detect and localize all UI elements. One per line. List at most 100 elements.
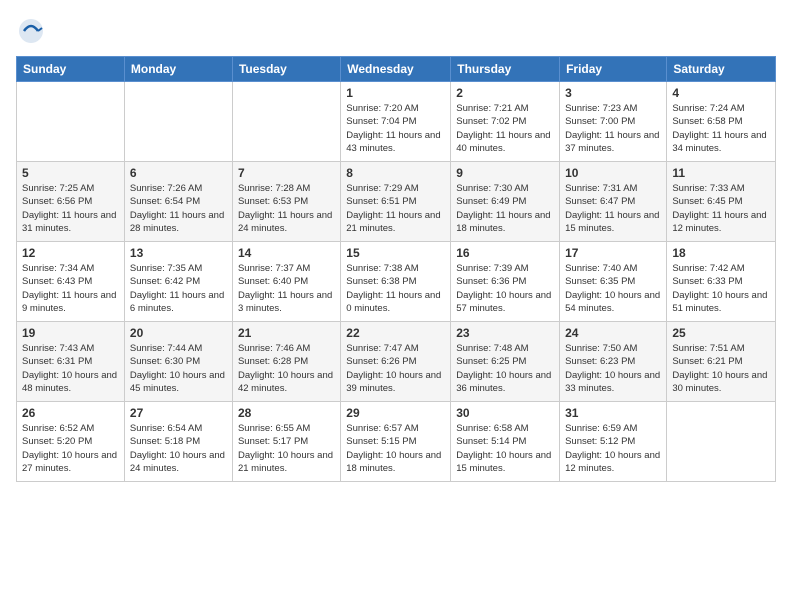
weekday-header: Sunday [17, 57, 125, 82]
calendar-day-cell: 12 Sunrise: 7:34 AM Sunset: 6:43 PM Dayli… [17, 242, 125, 322]
day-number: 21 [238, 326, 335, 340]
day-number: 12 [22, 246, 119, 260]
day-info: Sunrise: 6:55 AM Sunset: 5:17 PM Dayligh… [238, 422, 335, 475]
day-number: 10 [565, 166, 661, 180]
day-info: Sunrise: 7:48 AM Sunset: 6:25 PM Dayligh… [456, 342, 554, 395]
day-info: Sunrise: 7:28 AM Sunset: 6:53 PM Dayligh… [238, 182, 335, 235]
weekday-header: Tuesday [232, 57, 340, 82]
day-number: 14 [238, 246, 335, 260]
calendar-week-row: 5 Sunrise: 7:25 AM Sunset: 6:56 PM Daylig… [17, 162, 776, 242]
day-info: Sunrise: 7:51 AM Sunset: 6:21 PM Dayligh… [672, 342, 770, 395]
calendar-day-cell: 6 Sunrise: 7:26 AM Sunset: 6:54 PM Daylig… [124, 162, 232, 242]
calendar-day-cell: 26 Sunrise: 6:52 AM Sunset: 5:20 PM Dayli… [17, 402, 125, 482]
calendar-day-cell: 10 Sunrise: 7:31 AM Sunset: 6:47 PM Dayli… [560, 162, 667, 242]
day-info: Sunrise: 6:52 AM Sunset: 5:20 PM Dayligh… [22, 422, 119, 475]
calendar-week-row: 26 Sunrise: 6:52 AM Sunset: 5:20 PM Dayli… [17, 402, 776, 482]
day-number: 29 [346, 406, 445, 420]
weekday-header: Wednesday [341, 57, 451, 82]
day-number: 5 [22, 166, 119, 180]
calendar-week-row: 19Sunrise: 7:43 AM Sunset: 6:31 PM Dayli… [17, 322, 776, 402]
day-info: Sunrise: 7:42 AM Sunset: 6:33 PM Dayligh… [672, 262, 770, 315]
calendar-day-cell: 22Sunrise: 7:47 AM Sunset: 6:26 PM Dayli… [341, 322, 451, 402]
day-number: 26 [22, 406, 119, 420]
day-number: 17 [565, 246, 661, 260]
calendar-body: 1 Sunrise: 7:20 AM Sunset: 7:04 PM Daylig… [17, 82, 776, 482]
calendar-day-cell: 29 Sunrise: 6:57 AM Sunset: 5:15 PM Dayli… [341, 402, 451, 482]
day-info: Sunrise: 7:33 AM Sunset: 6:45 PM Dayligh… [672, 182, 770, 235]
day-number: 9 [456, 166, 554, 180]
day-info: Sunrise: 7:21 AM Sunset: 7:02 PM Dayligh… [456, 102, 554, 155]
day-info: Sunrise: 7:24 AM Sunset: 6:58 PM Dayligh… [672, 102, 770, 155]
day-number: 11 [672, 166, 770, 180]
day-info: Sunrise: 7:37 AM Sunset: 6:40 PM Dayligh… [238, 262, 335, 315]
day-info: Sunrise: 7:31 AM Sunset: 6:47 PM Dayligh… [565, 182, 661, 235]
day-number: 23 [456, 326, 554, 340]
day-info: Sunrise: 7:29 AM Sunset: 6:51 PM Dayligh… [346, 182, 445, 235]
day-info: Sunrise: 6:57 AM Sunset: 5:15 PM Dayligh… [346, 422, 445, 475]
weekday-header: Monday [124, 57, 232, 82]
calendar-day-cell: 27Sunrise: 6:54 AM Sunset: 5:18 PM Dayli… [124, 402, 232, 482]
day-number: 13 [130, 246, 227, 260]
day-number: 24 [565, 326, 661, 340]
day-info: Sunrise: 7:25 AM Sunset: 6:56 PM Dayligh… [22, 182, 119, 235]
calendar-day-cell: 19Sunrise: 7:43 AM Sunset: 6:31 PM Dayli… [17, 322, 125, 402]
day-number: 8 [346, 166, 445, 180]
calendar-day-cell: 21 Sunrise: 7:46 AM Sunset: 6:28 PM Dayli… [232, 322, 340, 402]
day-number: 6 [130, 166, 227, 180]
calendar-day-cell: 30Sunrise: 6:58 AM Sunset: 5:14 PM Dayli… [451, 402, 560, 482]
calendar-day-cell: 17 Sunrise: 7:40 AM Sunset: 6:35 PM Dayli… [560, 242, 667, 322]
calendar-header: SundayMondayTuesdayWednesdayThursdayFrid… [17, 57, 776, 82]
day-number: 3 [565, 86, 661, 100]
day-info: Sunrise: 7:23 AM Sunset: 7:00 PM Dayligh… [565, 102, 661, 155]
day-info: Sunrise: 7:50 AM Sunset: 6:23 PM Dayligh… [565, 342, 661, 395]
day-number: 20 [130, 326, 227, 340]
day-info: Sunrise: 7:47 AM Sunset: 6:26 PM Dayligh… [346, 342, 445, 395]
calendar-day-cell: 23 Sunrise: 7:48 AM Sunset: 6:25 PM Dayli… [451, 322, 560, 402]
calendar-day-cell [17, 82, 125, 162]
day-number: 4 [672, 86, 770, 100]
day-number: 30 [456, 406, 554, 420]
day-number: 1 [346, 86, 445, 100]
day-info: Sunrise: 7:20 AM Sunset: 7:04 PM Dayligh… [346, 102, 445, 155]
calendar-day-cell: 5 Sunrise: 7:25 AM Sunset: 6:56 PM Daylig… [17, 162, 125, 242]
day-info: Sunrise: 7:26 AM Sunset: 6:54 PM Dayligh… [130, 182, 227, 235]
day-number: 7 [238, 166, 335, 180]
logo [16, 16, 50, 46]
calendar-day-cell: 14 Sunrise: 7:37 AM Sunset: 6:40 PM Dayli… [232, 242, 340, 322]
calendar-day-cell: 28 Sunrise: 6:55 AM Sunset: 5:17 PM Dayli… [232, 402, 340, 482]
day-info: Sunrise: 7:35 AM Sunset: 6:42 PM Dayligh… [130, 262, 227, 315]
weekday-row: SundayMondayTuesdayWednesdayThursdayFrid… [17, 57, 776, 82]
weekday-header: Saturday [667, 57, 776, 82]
calendar-day-cell: 31Sunrise: 6:59 AM Sunset: 5:12 PM Dayli… [560, 402, 667, 482]
weekday-header: Thursday [451, 57, 560, 82]
day-info: Sunrise: 7:38 AM Sunset: 6:38 PM Dayligh… [346, 262, 445, 315]
day-number: 28 [238, 406, 335, 420]
logo-icon [16, 16, 46, 46]
calendar-day-cell: 4 Sunrise: 7:24 AM Sunset: 6:58 PM Daylig… [667, 82, 776, 162]
calendar-day-cell: 20 Sunrise: 7:44 AM Sunset: 6:30 PM Dayli… [124, 322, 232, 402]
day-number: 16 [456, 246, 554, 260]
day-number: 2 [456, 86, 554, 100]
day-number: 18 [672, 246, 770, 260]
weekday-header: Friday [560, 57, 667, 82]
day-info: Sunrise: 7:46 AM Sunset: 6:28 PM Dayligh… [238, 342, 335, 395]
calendar-day-cell: 3 Sunrise: 7:23 AM Sunset: 7:00 PM Daylig… [560, 82, 667, 162]
calendar-day-cell [667, 402, 776, 482]
day-info: Sunrise: 7:40 AM Sunset: 6:35 PM Dayligh… [565, 262, 661, 315]
day-number: 15 [346, 246, 445, 260]
calendar-day-cell: 2 Sunrise: 7:21 AM Sunset: 7:02 PM Daylig… [451, 82, 560, 162]
calendar-day-cell [232, 82, 340, 162]
day-info: Sunrise: 7:44 AM Sunset: 6:30 PM Dayligh… [130, 342, 227, 395]
calendar-day-cell: 15 Sunrise: 7:38 AM Sunset: 6:38 PM Dayli… [341, 242, 451, 322]
day-number: 27 [130, 406, 227, 420]
calendar-day-cell: 11 Sunrise: 7:33 AM Sunset: 6:45 PM Dayli… [667, 162, 776, 242]
calendar-day-cell: 7 Sunrise: 7:28 AM Sunset: 6:53 PM Daylig… [232, 162, 340, 242]
day-info: Sunrise: 7:34 AM Sunset: 6:43 PM Dayligh… [22, 262, 119, 315]
calendar-week-row: 12 Sunrise: 7:34 AM Sunset: 6:43 PM Dayli… [17, 242, 776, 322]
calendar-day-cell [124, 82, 232, 162]
calendar-day-cell: 24 Sunrise: 7:50 AM Sunset: 6:23 PM Dayli… [560, 322, 667, 402]
calendar-day-cell: 8 Sunrise: 7:29 AM Sunset: 6:51 PM Daylig… [341, 162, 451, 242]
calendar-table: SundayMondayTuesdayWednesdayThursdayFrid… [16, 56, 776, 482]
page-header [16, 16, 776, 46]
day-info: Sunrise: 7:39 AM Sunset: 6:36 PM Dayligh… [456, 262, 554, 315]
